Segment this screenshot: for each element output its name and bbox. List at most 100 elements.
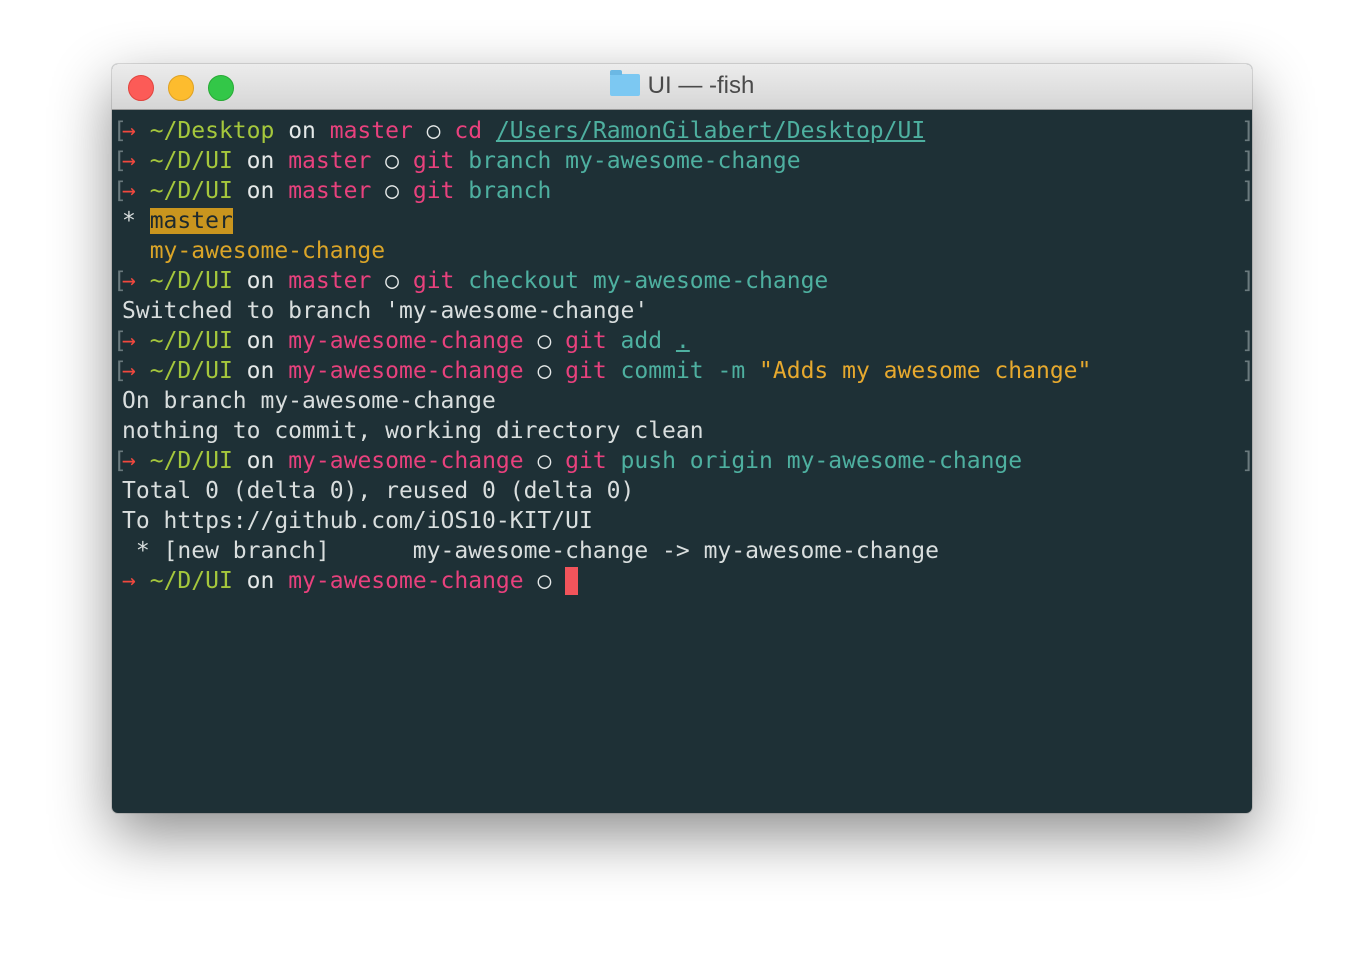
terminal-segment: Total 0 (delta 0), reused 0 (delta 0) [122, 478, 635, 504]
prompt-arrow-icon: → [122, 448, 136, 474]
terminal-segment: push origin my-awesome-change [606, 448, 1023, 474]
prompt-arrow-icon: → [122, 118, 136, 144]
terminal-segment: git [412, 178, 455, 204]
terminal-segment: on [232, 358, 289, 384]
terminal-segment: on [232, 178, 289, 204]
terminal-segment [136, 148, 150, 174]
terminal-segment [136, 268, 150, 294]
window-title-text: UI — -fish [647, 72, 755, 99]
terminal-segment [136, 118, 150, 144]
terminal-segment: git [565, 358, 607, 384]
terminal-segment: git [412, 148, 455, 174]
terminal-segment: my-awesome-change [288, 448, 524, 474]
terminal-segment: master [288, 148, 372, 174]
prompt-arrow-icon: → [122, 328, 136, 354]
terminal-segment: On branch my-awesome-change [122, 388, 496, 414]
prompt-bracket-right: ] [1241, 116, 1252, 146]
prompt-bracket-right: ] [1241, 356, 1252, 386]
terminal-line: Total 0 (delta 0), reused 0 (delta 0) [122, 476, 634, 506]
terminal-segment: ~/D/UI [149, 178, 233, 204]
prompt-arrow-icon: → [122, 358, 136, 384]
prompt-arrow-icon: → [122, 178, 136, 204]
terminal-segment: ○ [523, 568, 566, 594]
terminal-segment: ~/D/UI [149, 358, 233, 384]
terminal-line: Switched to branch 'my-awesome-change' [122, 296, 648, 326]
prompt-arrow-icon: → [122, 148, 136, 174]
terminal-segment: ~/D/UI [149, 568, 233, 594]
terminal-segment [136, 448, 150, 474]
terminal-line: → ~/D/UI on my-awesome-change ○ [122, 566, 579, 596]
terminal-segment: master [149, 208, 233, 234]
terminal-segment: my-awesome-change [288, 358, 524, 384]
terminal-segment: my-awesome-change [149, 238, 386, 264]
terminal-segment [136, 178, 150, 204]
terminal-segment [136, 328, 150, 354]
title-bar[interactable]: UI — -fish [112, 64, 1252, 110]
terminal-segment: on [274, 118, 330, 144]
prompt-arrow-icon: → [122, 568, 136, 594]
terminal-line: On branch my-awesome-change [122, 386, 496, 416]
terminal-segment: ~/D/UI [149, 448, 233, 474]
prompt-bracket-right: ] [1241, 176, 1252, 206]
terminal-segment: my-awesome-change [288, 328, 524, 354]
terminal-segment: branch my-awesome-change [454, 148, 801, 174]
terminal-segment: on [232, 328, 289, 354]
terminal-segment: add [606, 328, 676, 354]
terminal-segment: Switched to branch 'my-awesome-change' [122, 298, 649, 324]
terminal-segment: ○ [523, 448, 566, 474]
terminal-line: → ~/D/UI on my-awesome-change ○ git add … [122, 326, 690, 356]
terminal-line: → ~/D/UI on master ○ git checkout my-awe… [122, 266, 828, 296]
terminal-segment: ○ [371, 148, 413, 174]
terminal-line: → ~/D/UI on my-awesome-change ○ git push… [122, 446, 1022, 476]
terminal-segment: nothing to commit, working directory cle… [122, 418, 704, 444]
terminal-line: → ~/D/UI on master ○ git branch [122, 176, 551, 206]
terminal-segment: To https://github.com/iOS10-KIT/UI [122, 508, 593, 534]
terminal-segment: ○ [371, 178, 413, 204]
terminal-segment: git [565, 328, 607, 354]
prompt-bracket-right: ] [1241, 326, 1252, 356]
terminal-segment: on [232, 448, 289, 474]
terminal-segment: * [new branch] my-awesome-change -> my-a… [122, 538, 939, 564]
terminal-segment: git [412, 268, 455, 294]
terminal-line: → ~/D/UI on master ○ git branch my-aweso… [122, 146, 801, 176]
terminal-segment: branch [454, 178, 552, 204]
terminal-line: * master [122, 206, 233, 236]
terminal-window: UI — -fish []→ ~/Desktop on master ○ cd … [112, 64, 1252, 813]
window-title: UI — -fish [112, 70, 1252, 100]
terminal-output[interactable]: []→ ~/Desktop on master ○ cd /Users/Ramo… [112, 110, 1252, 813]
terminal-line: → ~/D/UI on my-awesome-change ○ git comm… [122, 356, 1091, 386]
terminal-segment: my-awesome-change [288, 568, 524, 594]
text-cursor [565, 567, 579, 595]
terminal-segment: master [288, 178, 372, 204]
folder-icon [609, 70, 640, 96]
terminal-segment: ○ [523, 358, 566, 384]
terminal-segment: ○ [523, 328, 566, 354]
prompt-bracket-right: ] [1241, 266, 1252, 296]
prompt-bracket-right: ] [1241, 146, 1252, 176]
terminal-segment: ○ [371, 268, 413, 294]
terminal-line: my-awesome-change [122, 236, 385, 266]
terminal-segment [122, 238, 150, 264]
terminal-line: nothing to commit, working directory cle… [122, 416, 704, 446]
terminal-segment [136, 358, 150, 384]
terminal-segment: commit -m [606, 358, 760, 384]
terminal-segment: "Adds my awesome change" [759, 358, 1092, 384]
terminal-segment: ○ [412, 118, 455, 144]
terminal-segment: ~/D/UI [149, 328, 233, 354]
terminal-segment: ~/D/UI [149, 268, 233, 294]
terminal-line: → ~/Desktop on master ○ cd /Users/RamonG… [122, 116, 925, 146]
terminal-segment: /Users/RamonGilabert/Desktop/UI [495, 118, 926, 144]
terminal-segment: checkout my-awesome-change [454, 268, 829, 294]
terminal-segment: ~/D/UI [149, 148, 233, 174]
prompt-arrow-icon: → [122, 268, 136, 294]
terminal-segment: master [288, 268, 372, 294]
terminal-segment: on [232, 568, 289, 594]
terminal-segment: master [329, 118, 413, 144]
terminal-segment: * [122, 208, 150, 234]
terminal-segment: on [232, 268, 289, 294]
terminal-line: * [new branch] my-awesome-change -> my-a… [122, 536, 939, 566]
terminal-line: To https://github.com/iOS10-KIT/UI [122, 506, 593, 536]
terminal-segment: cd [454, 118, 483, 144]
terminal-segment [136, 568, 150, 594]
terminal-segment: git [565, 448, 607, 474]
